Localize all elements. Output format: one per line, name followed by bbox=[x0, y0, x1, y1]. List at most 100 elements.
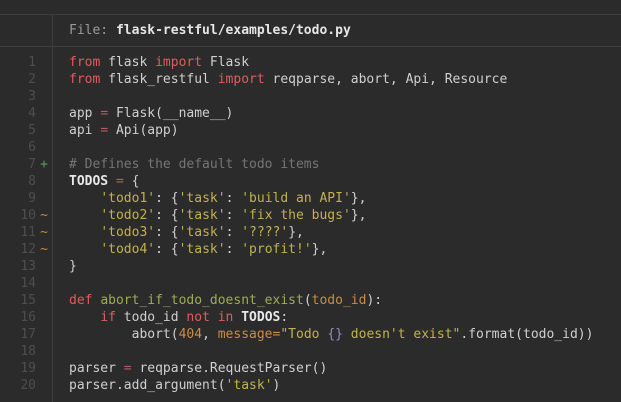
code-token: reqparse, abort, Api, Resource bbox=[265, 72, 508, 87]
line-number: 16 bbox=[0, 310, 36, 325]
gutter-row: 14 bbox=[0, 275, 52, 292]
code-token: api bbox=[69, 123, 100, 138]
code-line: parser = reqparse.RequestParser() bbox=[69, 360, 621, 377]
code-token bbox=[210, 310, 218, 325]
gutter-row: 13 bbox=[0, 258, 52, 275]
code-token: 'todo4' bbox=[100, 242, 155, 257]
code-token: todo_id bbox=[116, 310, 186, 325]
code-token: .format(todo_id)) bbox=[460, 327, 593, 342]
code-token: Flask(__name__) bbox=[108, 106, 233, 121]
code-token: TODOS bbox=[241, 310, 280, 325]
code-token: abort( bbox=[69, 327, 179, 342]
code-line: 'todo1': {'task': 'build an API'}, bbox=[69, 190, 621, 207]
gutter-row: 3 bbox=[0, 88, 52, 105]
code-token: = bbox=[100, 106, 108, 121]
header-spacer bbox=[108, 23, 116, 38]
code-token: from bbox=[69, 55, 100, 70]
code-token: } bbox=[69, 259, 77, 274]
code-token: : { bbox=[155, 208, 178, 223]
line-number: 1 bbox=[0, 55, 36, 70]
code-line: app = Flask(__name__) bbox=[69, 105, 621, 122]
line-number: 19 bbox=[0, 361, 36, 376]
code-token: : bbox=[226, 191, 242, 206]
line-number: 17 bbox=[0, 327, 36, 342]
code-line: abort(404, message="Todo {} doesn't exis… bbox=[69, 326, 621, 343]
code-token: 'todo1' bbox=[100, 191, 155, 206]
line-number: 20 bbox=[0, 378, 36, 393]
code-line: 'todo4': {'task': 'profit!'}, bbox=[69, 241, 621, 258]
code-token: }, bbox=[288, 225, 304, 240]
code-line: TODOS = { bbox=[69, 173, 621, 190]
code-token: 'todo3' bbox=[100, 225, 155, 240]
code-token: : { bbox=[155, 242, 178, 257]
code-token: 'task' bbox=[179, 208, 226, 223]
code-line: from flask import Flask bbox=[69, 54, 621, 71]
added-marker: + bbox=[36, 157, 52, 172]
code-token: # Defines the default todo items bbox=[69, 157, 319, 172]
code-token: 'task' bbox=[179, 242, 226, 257]
code-token: {} bbox=[327, 327, 343, 342]
line-number: 13 bbox=[0, 259, 36, 274]
file-header: File: flask-restful/examples/todo.py bbox=[0, 15, 621, 47]
code-token: 'profit!' bbox=[241, 242, 311, 257]
code-token: Flask bbox=[202, 55, 249, 70]
code-line: } bbox=[69, 258, 621, 275]
gutter-row: 12~ bbox=[0, 241, 52, 258]
code-column: from flask import Flaskfrom flask_restfu… bbox=[53, 47, 621, 402]
gutter-row: 16 bbox=[0, 309, 52, 326]
gutter-row: 18 bbox=[0, 343, 52, 360]
line-number: 14 bbox=[0, 276, 36, 291]
code-token: : bbox=[226, 208, 242, 223]
code-token: flask_restful bbox=[100, 72, 217, 87]
modified-marker: ~ bbox=[36, 208, 52, 223]
code-token: parser.add_argument( bbox=[69, 378, 226, 393]
code-token: }, bbox=[312, 242, 328, 257]
gutter-row: 20 bbox=[0, 377, 52, 394]
code-token: from bbox=[69, 72, 100, 87]
code-token: "Todo bbox=[280, 327, 327, 342]
code-token: , bbox=[202, 327, 218, 342]
gutter-row: 11~ bbox=[0, 224, 52, 241]
file-header-text: File: flask-restful/examples/todo.py bbox=[53, 15, 351, 46]
code-token: }, bbox=[351, 208, 367, 223]
line-number: 11 bbox=[0, 225, 36, 240]
code-token: if bbox=[100, 310, 116, 325]
code-token: todo_id bbox=[312, 293, 367, 308]
line-number: 12 bbox=[0, 242, 36, 257]
code-token bbox=[69, 242, 100, 257]
code-token bbox=[69, 191, 100, 206]
code-line: parser.add_argument('task') bbox=[69, 377, 621, 394]
line-number: 9 bbox=[0, 191, 36, 206]
line-number: 2 bbox=[0, 72, 36, 87]
gutter-row: 17 bbox=[0, 326, 52, 343]
line-number: 8 bbox=[0, 174, 36, 189]
code-token: TODOS bbox=[69, 174, 116, 189]
code-token: : { bbox=[155, 191, 178, 206]
gutter-row: 7+ bbox=[0, 156, 52, 173]
gutter-row: 6 bbox=[0, 139, 52, 156]
code-token: ): bbox=[366, 293, 382, 308]
file-label: File: bbox=[69, 23, 108, 38]
code-token: = bbox=[116, 174, 124, 189]
code-area[interactable]: 1234567+8910~11~12~1314151617181920 from… bbox=[0, 47, 621, 402]
gutter-row: 5 bbox=[0, 122, 52, 139]
gutter-row: 2 bbox=[0, 71, 52, 88]
gutter-row: 9 bbox=[0, 190, 52, 207]
file-path: flask-restful/examples/todo.py bbox=[116, 23, 351, 38]
code-token bbox=[69, 225, 100, 240]
code-token: doesn't exist" bbox=[343, 327, 460, 342]
code-line bbox=[69, 139, 621, 156]
line-number: 7 bbox=[0, 157, 36, 172]
code-token: '????' bbox=[241, 225, 288, 240]
code-token: abort_if_todo_doesnt_exist bbox=[100, 293, 304, 308]
code-token bbox=[69, 310, 100, 325]
code-token: = bbox=[100, 123, 108, 138]
code-token: ( bbox=[304, 293, 312, 308]
code-line bbox=[69, 88, 621, 105]
line-number: 18 bbox=[0, 344, 36, 359]
code-token: 'todo2' bbox=[100, 208, 155, 223]
code-line: # Defines the default todo items bbox=[69, 156, 621, 173]
gutter-column: 1234567+8910~11~12~1314151617181920 bbox=[0, 47, 53, 402]
line-number: 3 bbox=[0, 89, 36, 104]
code-token: 404 bbox=[179, 327, 202, 342]
